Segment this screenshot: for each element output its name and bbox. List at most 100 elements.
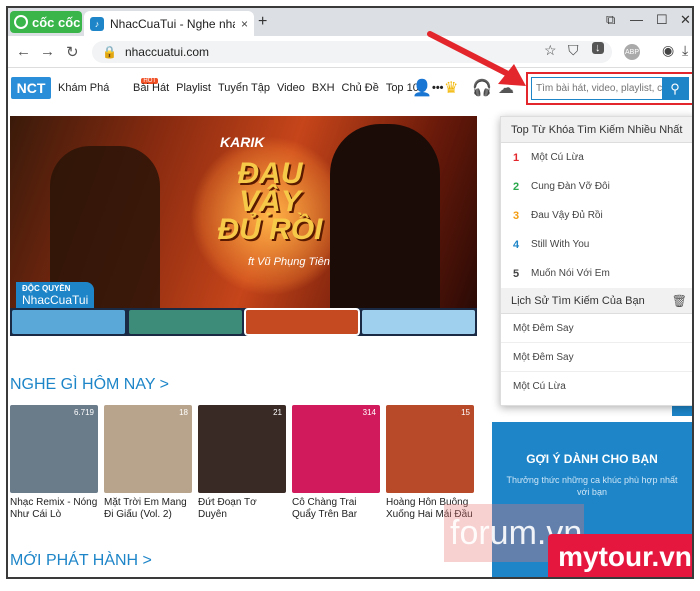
restore-icon[interactable]: ⧉ [606, 12, 615, 28]
browser-window: cốc cốc ♪ NhacCuaTui - Nghe nhạc mới × +… [6, 6, 694, 579]
keyword-text: Cung Đàn Vỡ Đôi [531, 181, 610, 192]
top-keyword-item[interactable]: 1 Một Cú Lừa [501, 143, 692, 172]
top-keyword-item[interactable]: 3 Đau Vậy Đủ Rồi [501, 201, 692, 230]
banner-thumb-active[interactable] [243, 308, 361, 336]
top-keywords-title: Top Từ Khóa Tìm Kiếm Nhiều Nhất [511, 123, 683, 136]
keyword-text: Một Cú Lừa [531, 152, 584, 163]
listen-count: 18 [179, 408, 188, 417]
banner-thumb[interactable] [12, 310, 125, 334]
playlist-cover: 15 [386, 405, 474, 493]
search-input[interactable] [532, 78, 662, 99]
new-tab-button[interactable]: + [258, 13, 267, 31]
playlist-cover: 6.719 [10, 405, 98, 493]
banner-thumbnails [10, 308, 477, 336]
trash-icon[interactable]: 🗑 [672, 294, 687, 308]
playlist-caption: Mặt Trời Em Mang Đi Giấu (Vol. 2) [104, 497, 187, 520]
history-title: Lịch Sử Tìm Kiếm Của Bạn [511, 294, 645, 307]
hero-banner[interactable]: KARIK ĐAU VẬY ĐỦ RỒI ft Vũ Phụng Tiên ĐỘ… [10, 116, 477, 308]
keyword-text: Muốn Nói Với Em [531, 268, 610, 279]
site-header: NCT Khám PháHOT Bài Hát Playlist Tuyển T… [8, 68, 692, 108]
playlist-caption: Nhạc Remix - Nóng Như Cái Lò [10, 497, 98, 520]
history-item[interactable]: Một Đêm Say [501, 343, 692, 372]
rank-number: 1 [513, 151, 520, 164]
nav-item-playlist[interactable]: Playlist [176, 82, 211, 94]
rank-number: 2 [513, 180, 520, 193]
lock-icon: 🔒 [102, 45, 117, 59]
tab-active[interactable]: ♪ NhacCuaTui - Nghe nhạc mới × [84, 11, 254, 36]
listen-count: 6.719 [73, 408, 94, 417]
rank-number: 3 [513, 209, 520, 222]
nav-item-chu-de[interactable]: Chủ Đề [342, 82, 379, 94]
listen-count: 15 [461, 408, 470, 417]
section-title-today[interactable]: NGHE GÌ HÔM NAY > [10, 376, 169, 394]
exclusive-label: NhacCuaTui [22, 293, 89, 307]
nav-item-video[interactable]: Video [277, 82, 305, 94]
playlist-card[interactable]: 314 Cô Chàng Trai Quẩy Trên Bar [292, 405, 380, 521]
close-window-button[interactable]: ✕ [680, 12, 691, 28]
adblock-icon[interactable]: ABP [624, 44, 640, 60]
banner-thumb[interactable] [362, 310, 475, 334]
keyword-text: Đau Vậy Đủ Rồi [531, 210, 603, 221]
keyword-text: Still With You [531, 239, 590, 250]
listen-count: 21 [273, 408, 282, 417]
nav-item-kham-pha[interactable]: Khám PháHOT [58, 78, 159, 94]
shield-icon[interactable]: ⛉ [568, 42, 579, 59]
banner-feat: ft Vũ Phụng Tiên [248, 256, 330, 268]
url-text: nhaccuatui.com [124, 45, 209, 59]
banner-figure-right [330, 124, 440, 308]
tab-strip: cốc cốc ♪ NhacCuaTui - Nghe nhạc mới × +… [8, 8, 692, 36]
top-keywords-header: Top Từ Khóa Tìm Kiếm Nhiều Nhất [501, 117, 692, 143]
banner-artist: KARIK [220, 134, 265, 150]
playlist-cover: 314 [292, 405, 380, 493]
downloads-icon[interactable]: ⤓ [682, 42, 688, 59]
nav-item-tuyen-tap[interactable]: Tuyển Tập [218, 82, 270, 94]
top-keyword-item[interactable]: 5 Muốn Nói Với Em [501, 259, 692, 288]
history-item[interactable]: Một Cú Lừa [501, 372, 692, 401]
coccoc-logo-icon [14, 15, 28, 29]
account-icon[interactable]: ◉ [662, 42, 674, 59]
banner-thumb[interactable] [128, 310, 242, 334]
playlist-card[interactable]: 18 Mặt Trời Em Mang Đi Giấu (Vol. 2) [104, 405, 192, 521]
address-bar-row: ← → ↻ 🔒 nhaccuatui.com ☆ ⛉ ↓ ABP ◉ ⤓ [8, 36, 692, 68]
section-title-new-release[interactable]: MỚI PHÁT HÀNH > [10, 552, 152, 570]
search-box: ⚲ [531, 77, 689, 100]
search-highlight-box: ⚲ [526, 72, 692, 105]
playlist-card[interactable]: 6.719 Nhạc Remix - Nóng Như Cái Lò [10, 405, 98, 521]
nav-item-bxh[interactable]: BXH [312, 82, 335, 94]
mytour-watermark: mytour.vn [548, 534, 692, 577]
main-nav: Khám PháHOT Bài Hát Playlist Tuyển Tập V… [58, 78, 444, 94]
search-suggestions-dropdown: Top Từ Khóa Tìm Kiếm Nhiều Nhất 1 Một Cú… [500, 116, 692, 406]
playlist-caption: Đứt Đoạn Tơ Duyên [198, 497, 257, 520]
recommend-title: GỢI Ý DÀNH CHO BẠN [526, 452, 658, 466]
exclusive-small-label: ĐỘC QUYỀN [22, 284, 71, 293]
playlist-cover: 18 [104, 405, 192, 493]
nav-label: Khám Phá [58, 82, 110, 94]
playlist-cards: 6.719 Nhạc Remix - Nóng Như Cái Lò 18 Mặ… [10, 405, 474, 521]
search-button[interactable]: ⚲ [662, 78, 688, 99]
coccoc-menu-button[interactable]: cốc cốc [10, 11, 82, 33]
top-keyword-item[interactable]: 4 Still With You [501, 230, 692, 259]
playlist-card[interactable]: 21 Đứt Đoạn Tơ Duyên [198, 405, 286, 521]
minimize-button[interactable]: — [630, 12, 643, 27]
brand-label: cốc cốc [32, 14, 81, 30]
search-icon: ⚲ [670, 80, 680, 96]
download-page-icon[interactable]: ↓ [592, 42, 604, 54]
back-button[interactable]: ← [16, 43, 31, 60]
banner-title: ĐAU VẬY ĐỦ RỒI [217, 157, 323, 246]
tab-close-button[interactable]: × [241, 17, 248, 31]
playlist-caption: Cô Chàng Trai Quẩy Trên Bar [292, 497, 358, 520]
bookmark-star-icon[interactable]: ☆ [544, 42, 557, 59]
tab-title: NhacCuaTui - Nghe nhạc mới [110, 16, 235, 31]
exclusive-badge: ĐỘC QUYỀN NhacCuaTui [16, 282, 95, 308]
nct-logo[interactable]: NCT [11, 77, 51, 99]
top-keyword-item[interactable]: 2 Cung Đàn Vỡ Đôi [501, 172, 692, 201]
history-header: Lịch Sử Tìm Kiếm Của Bạn 🗑 [501, 288, 692, 314]
annotation-arrow [427, 31, 526, 86]
maximize-button[interactable]: ☐ [656, 12, 668, 28]
listen-count: 314 [362, 408, 376, 417]
reload-button[interactable]: ↻ [66, 43, 79, 61]
forward-button[interactable]: → [40, 43, 55, 60]
recommend-desc: Thưởng thức những ca khúc phù hợp nhất v… [506, 475, 678, 497]
nav-item-bai-hat[interactable]: Bài Hát [133, 82, 169, 94]
history-item[interactable]: Một Đêm Say [501, 314, 692, 343]
